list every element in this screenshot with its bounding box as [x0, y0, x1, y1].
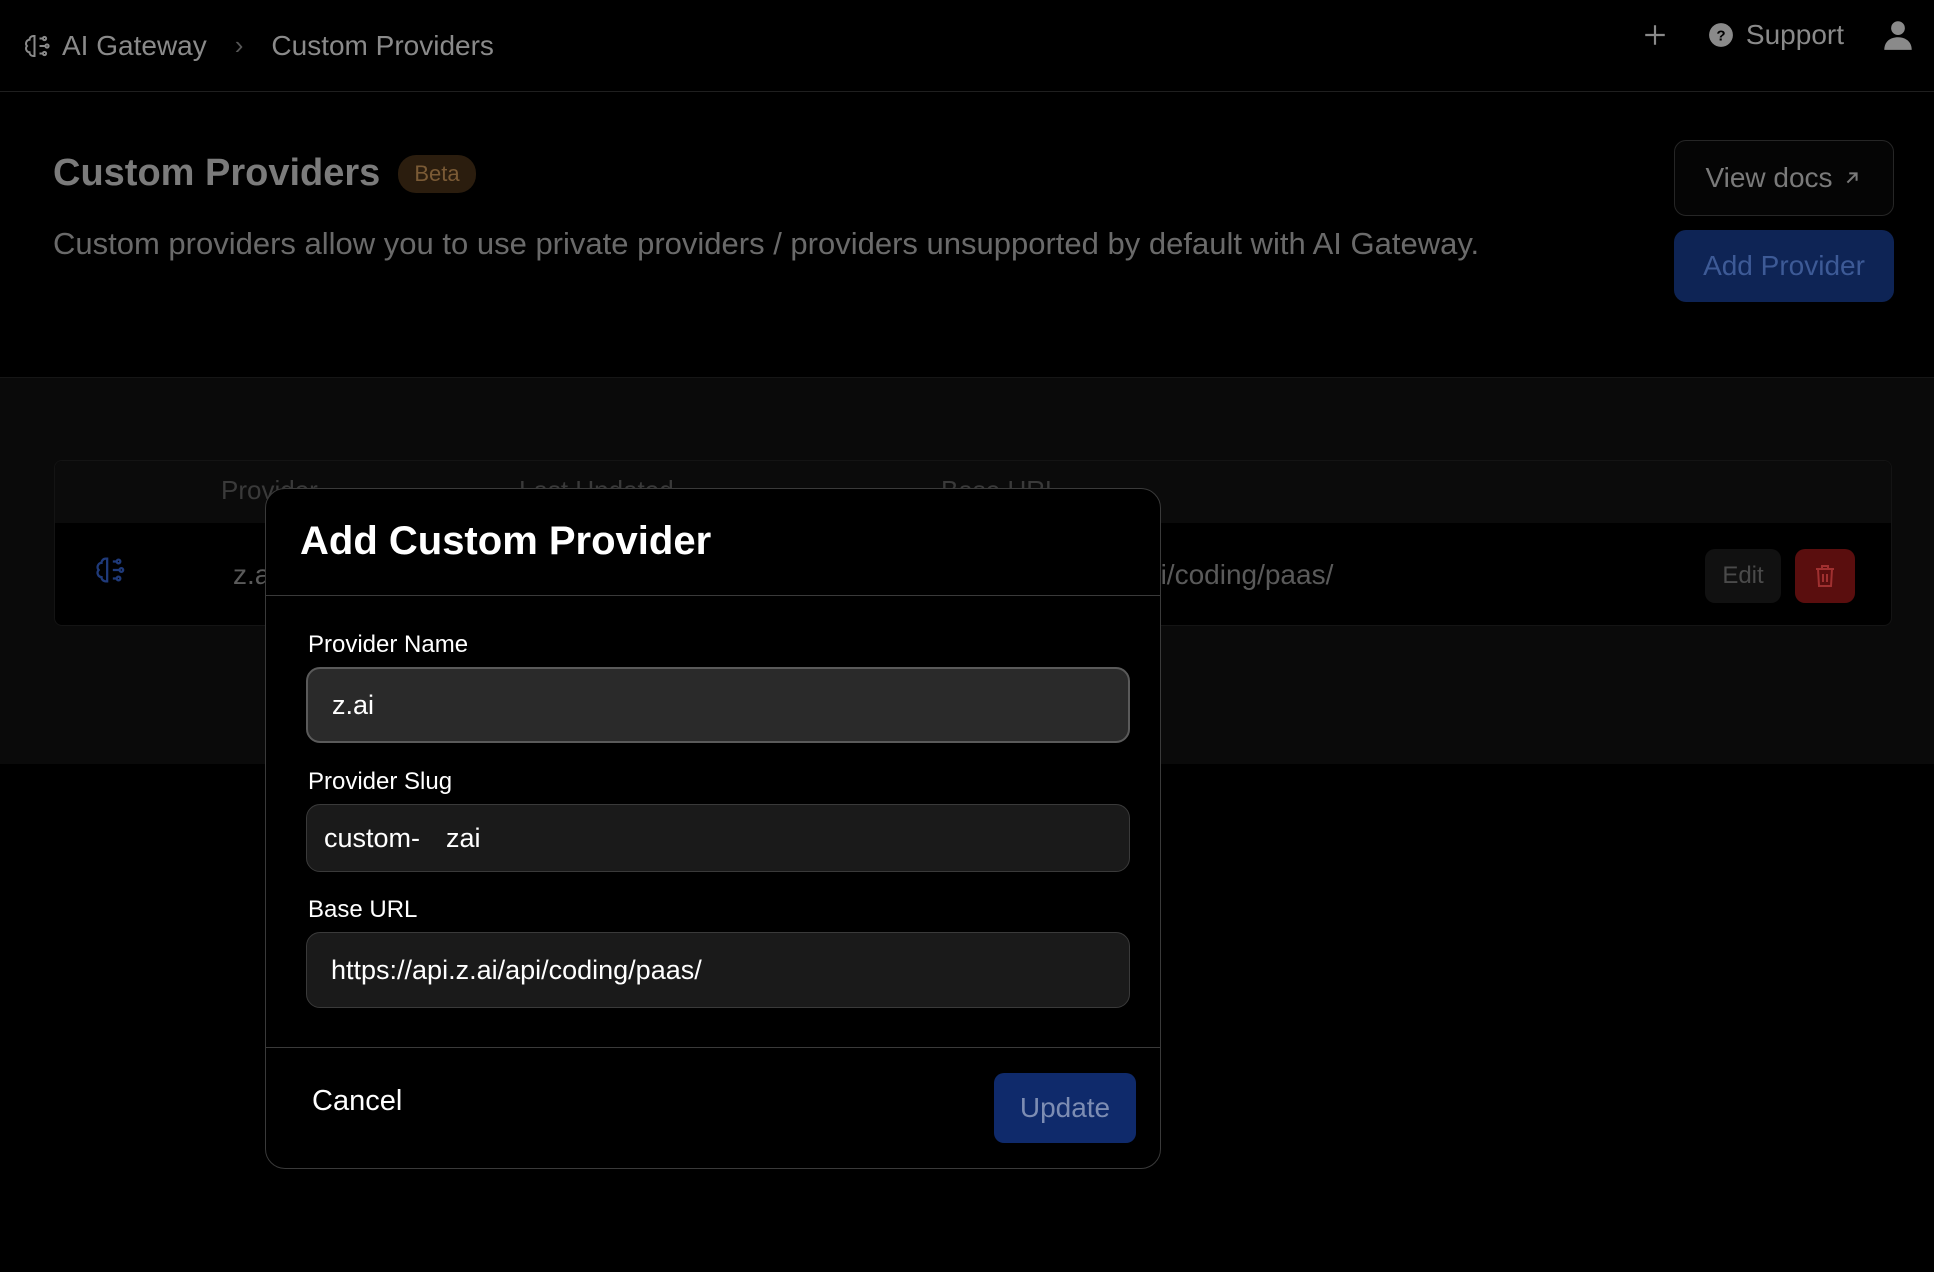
breadcrumb-custom-providers[interactable]: Custom Providers	[271, 30, 494, 62]
support-label: Support	[1745, 19, 1844, 50]
top-navbar: AI Gateway › Custom Providers ? Support	[0, 0, 1934, 92]
add-custom-provider-dialog: Add Custom Provider Provider Name z.ai P…	[265, 488, 1161, 1169]
provider-slug-value: zai	[446, 822, 481, 853]
provider-slug-label: Provider Slug	[308, 768, 453, 795]
view-docs-label: View docs	[1705, 162, 1833, 193]
page-header: Custom Providers Beta Custom providers a…	[0, 92, 1934, 378]
dialog-title: Add Custom Provider	[300, 519, 712, 563]
provider-name-label: Provider Name	[308, 631, 469, 658]
brain-icon	[96, 557, 125, 583]
brain-icon	[25, 34, 50, 57]
add-provider-button[interactable]: Add Provider	[1674, 230, 1894, 302]
breadcrumb-ai-gateway[interactable]: AI Gateway	[62, 30, 207, 62]
view-docs-button[interactable]: View docs	[1674, 140, 1894, 216]
divider	[266, 595, 1160, 596]
slug-prefix: custom-	[324, 822, 421, 853]
external-link-icon	[1846, 172, 1858, 184]
base-url-cell: pi/coding/paas/	[1145, 559, 1334, 590]
provider-name-input[interactable]: z.ai	[306, 667, 1130, 743]
breadcrumb: AI Gateway › Custom Providers	[22, 30, 494, 62]
svg-text:?: ?	[1716, 27, 1725, 44]
page-title: Custom Providers Beta	[53, 152, 476, 195]
cancel-button[interactable]: Cancel	[312, 1085, 402, 1118]
breadcrumb-separator: ›	[234, 30, 244, 60]
delete-button[interactable]	[1795, 549, 1855, 603]
divider	[266, 1047, 1160, 1048]
provider-name-value: z.ai	[332, 689, 375, 720]
update-button[interactable]: Update	[994, 1073, 1136, 1143]
user-icon[interactable]	[1884, 19, 1912, 51]
help-circle-icon: ?	[1709, 23, 1733, 47]
page-description: Custom providers allow you to use privat…	[53, 226, 1480, 261]
base-url-label: Base URL	[308, 896, 418, 923]
page-title-text: Custom Providers	[53, 152, 381, 194]
base-url-value: https://api.z.ai/api/coding/paas/	[331, 954, 702, 985]
plus-icon[interactable]	[1642, 22, 1668, 48]
trash-icon	[1816, 565, 1834, 587]
beta-badge: Beta	[398, 154, 476, 193]
base-url-input[interactable]: https://api.z.ai/api/coding/paas/	[306, 932, 1130, 1008]
edit-button[interactable]: Edit	[1705, 549, 1781, 603]
support-button[interactable]: ? Support	[1708, 19, 1844, 51]
provider-slug-input[interactable]: custom- zai	[306, 804, 1130, 872]
